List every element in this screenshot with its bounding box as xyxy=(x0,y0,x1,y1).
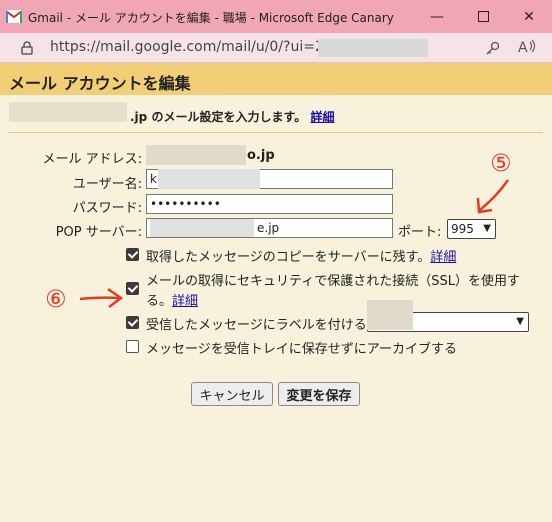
minimize-button[interactable]: — xyxy=(414,0,460,33)
port-value: 995 xyxy=(451,222,474,236)
read-aloud-icon[interactable]: A xyxy=(518,39,536,55)
ssl-checkbox[interactable] xyxy=(126,282,139,295)
ssl-label-cont: る。詳細 xyxy=(146,294,199,309)
port-select[interactable]: 995 ▼ xyxy=(447,219,496,239)
redacted-domain xyxy=(9,102,127,122)
redacted-url xyxy=(318,39,428,57)
details-link[interactable]: 詳細 xyxy=(310,110,334,124)
key-icon[interactable] xyxy=(485,40,501,56)
description: .jp のメール設定を入力します。 詳細 xyxy=(130,110,335,124)
annotation-arrow-icon xyxy=(79,287,124,308)
page-title: メール アカウントを編集 xyxy=(9,74,191,93)
apply-label-checkbox[interactable] xyxy=(126,316,139,329)
leave-copy-checkbox[interactable] xyxy=(126,248,139,261)
port-label: ポート: xyxy=(398,225,442,240)
username-label: ユーザー名: xyxy=(72,177,142,192)
annotation-five: ⑤ xyxy=(490,149,512,177)
leave-copy-label: 取得したメッセージのコピーをサーバーに残す。詳細 xyxy=(146,250,457,265)
ssl-details-link[interactable]: 詳細 xyxy=(172,294,198,309)
password-field[interactable]: •••••••••• xyxy=(146,194,393,214)
redacted-email xyxy=(146,145,246,165)
archive-label: メッセージを受信トレイに保存せずにアーカイブする xyxy=(146,342,457,357)
redacted-label xyxy=(367,300,413,330)
redacted-pop xyxy=(150,219,254,237)
window-title: Gmail - メール アカウントを編集 - 職場 - Microsoft Ed… xyxy=(28,11,394,25)
chevron-down-icon: ▼ xyxy=(483,223,491,234)
pop-server-label: POP サーバー: xyxy=(55,225,142,240)
email-value: o.jp xyxy=(247,148,275,163)
ssl-label: メールの取得にセキュリティで保護された接続（SSL）を使用す xyxy=(146,274,520,289)
svg-text:A: A xyxy=(518,40,528,55)
password-label: パスワード: xyxy=(72,201,142,216)
maximize-button[interactable] xyxy=(460,0,506,33)
annotation-arrow-icon xyxy=(476,179,510,214)
cancel-button[interactable]: キャンセル xyxy=(191,382,273,406)
maximize-icon xyxy=(477,11,489,22)
archive-checkbox[interactable] xyxy=(126,340,139,353)
email-label: メール アドレス: xyxy=(42,152,142,167)
close-icon: ✕ xyxy=(523,8,535,25)
annotation-six: ⑥ xyxy=(45,285,67,313)
save-button[interactable]: 変更を保存 xyxy=(278,382,360,406)
lock-icon xyxy=(21,41,33,55)
redacted-username xyxy=(158,169,260,189)
leave-copy-details-link[interactable]: 詳細 xyxy=(430,250,456,265)
address-bar[interactable]: https://mail.google.com/mail/u/0/?ui=2&i… xyxy=(0,33,552,63)
divider xyxy=(8,132,543,133)
chevron-down-icon: ▼ xyxy=(516,316,524,327)
window-titlebar: Gmail - メール アカウントを編集 - 職場 - Microsoft Ed… xyxy=(0,0,552,33)
minimize-icon: — xyxy=(430,8,444,25)
apply-label-label: 受信したメッセージにラベルを付ける: xyxy=(146,318,372,333)
gmail-icon xyxy=(6,10,22,23)
close-button[interactable]: ✕ xyxy=(506,0,552,33)
